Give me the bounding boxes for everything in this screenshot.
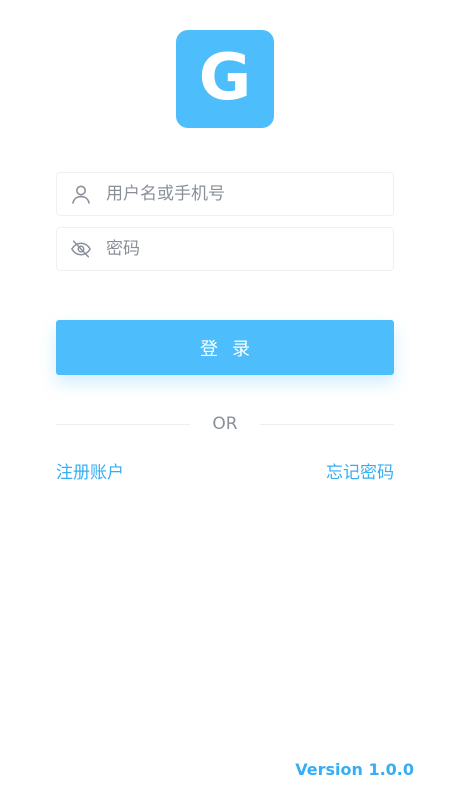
register-link[interactable]: 注册账户 xyxy=(56,458,124,483)
password-input[interactable] xyxy=(106,239,366,259)
version-label: Version 1.0.0 xyxy=(295,760,414,779)
app-logo: G xyxy=(176,30,274,128)
user-icon xyxy=(70,183,92,205)
password-field[interactable] xyxy=(56,227,394,271)
login-button[interactable]: 登录 xyxy=(56,320,394,375)
eye-off-icon[interactable] xyxy=(70,238,92,260)
divider-line-left xyxy=(56,423,190,425)
forgot-password-link[interactable]: 忘记密码 xyxy=(326,458,394,483)
divider-line-right xyxy=(260,423,394,425)
or-divider: OR xyxy=(56,412,394,436)
login-screen: G 登录 OR 注册账户 忘记密码 Version 1.0.0 xyxy=(0,0,450,800)
username-field[interactable] xyxy=(56,172,394,216)
or-label: OR xyxy=(212,414,238,434)
username-input[interactable] xyxy=(106,184,366,204)
logo-letter: G xyxy=(198,41,252,115)
